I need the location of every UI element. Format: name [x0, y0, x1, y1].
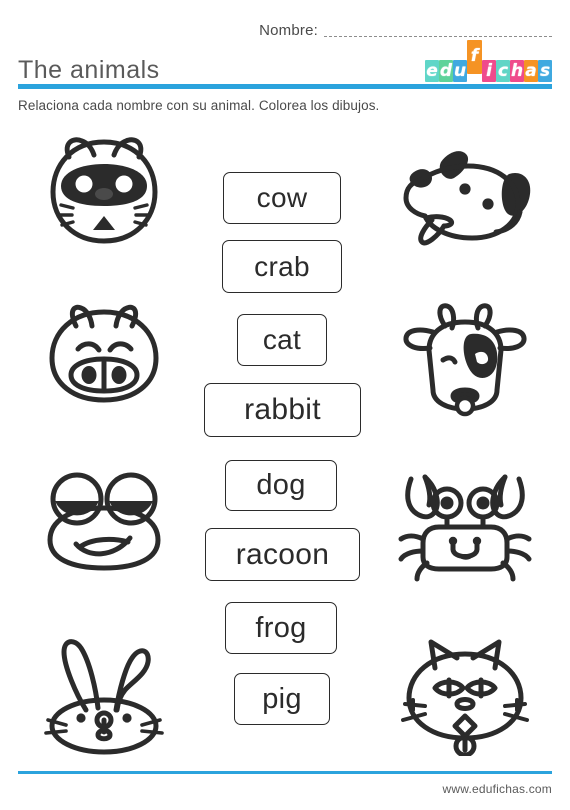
word-box-dog[interactable]: dog [225, 460, 337, 511]
word-box-frog[interactable]: frog [225, 602, 337, 654]
logo-letter-f: f [467, 40, 482, 82]
cow-icon [403, 303, 527, 417]
logo-letter-s: s [538, 60, 552, 82]
footer-url[interactable]: www.edufichas.com [443, 782, 552, 796]
logo-glyph-f: f [470, 46, 479, 66]
logo-glyph-u: u [453, 61, 467, 81]
left-animal-column [18, 130, 190, 760]
animal-crab[interactable] [378, 460, 552, 586]
instructions-text: Relaciona cada nombre con su animal. Col… [18, 98, 380, 113]
logo-letters: e d u f i c h a s [425, 40, 552, 82]
worksheet-body: cow crab cat rabbit dog racoon frog pig [0, 130, 570, 760]
animal-frog[interactable] [18, 460, 190, 580]
cat-icon [401, 639, 529, 756]
logo-glyph-e: e [426, 61, 438, 81]
animal-rabbit[interactable] [18, 630, 190, 758]
word-box-racoon[interactable]: racoon [205, 528, 360, 581]
logo-glyph-h: h [510, 61, 524, 81]
logo-letter-i: i [482, 60, 496, 82]
word-box-crab[interactable]: crab [222, 240, 342, 293]
logo-letter-a: a [524, 60, 538, 82]
right-animal-column [378, 130, 552, 760]
header-rule [18, 84, 552, 89]
logo-letter-h: h [510, 60, 524, 82]
logo-glyph-i: i [486, 61, 492, 81]
logo-letter-d: d [439, 60, 453, 82]
page-title: The animals [18, 56, 160, 84]
logo-glyph-s: s [539, 61, 551, 81]
rabbit-icon [44, 639, 164, 755]
animal-raccoon[interactable] [18, 130, 190, 250]
raccoon-icon [50, 137, 158, 244]
name-input-line[interactable] [324, 23, 552, 37]
word-box-cow[interactable]: cow [223, 172, 341, 224]
logo-glyph-d: d [439, 61, 453, 81]
animal-dog[interactable] [378, 138, 552, 258]
logo-letter-e: e [425, 60, 439, 82]
animal-pig[interactable] [18, 292, 190, 412]
edufichas-logo: e d u f i c h a s [425, 40, 552, 85]
frog-eye-right [109, 501, 153, 516]
pig-icon [49, 304, 159, 403]
logo-letter-u: u [453, 60, 467, 82]
logo-glyph-a: a [525, 61, 537, 81]
logo-glyph-c: c [497, 61, 509, 81]
footer-rule [18, 771, 552, 774]
logo-letter-c: c [496, 60, 510, 82]
word-box-column: cow crab cat rabbit dog racoon frog pig [195, 130, 371, 760]
word-box-pig[interactable]: pig [234, 673, 330, 725]
crab-icon [398, 474, 532, 582]
title-row: The animals e d u f i c h a s [18, 40, 552, 85]
name-row: Nombre: [0, 18, 570, 42]
dog-icon [403, 151, 531, 246]
raccoon-mouth [93, 216, 115, 230]
word-box-rabbit[interactable]: rabbit [204, 383, 361, 437]
animal-cow[interactable] [378, 295, 552, 419]
name-label: Nombre: [259, 21, 318, 39]
frog-eye-left [55, 501, 99, 516]
animal-cat[interactable] [378, 630, 552, 758]
word-box-cat[interactable]: cat [237, 314, 327, 366]
frog-icon [47, 472, 161, 571]
